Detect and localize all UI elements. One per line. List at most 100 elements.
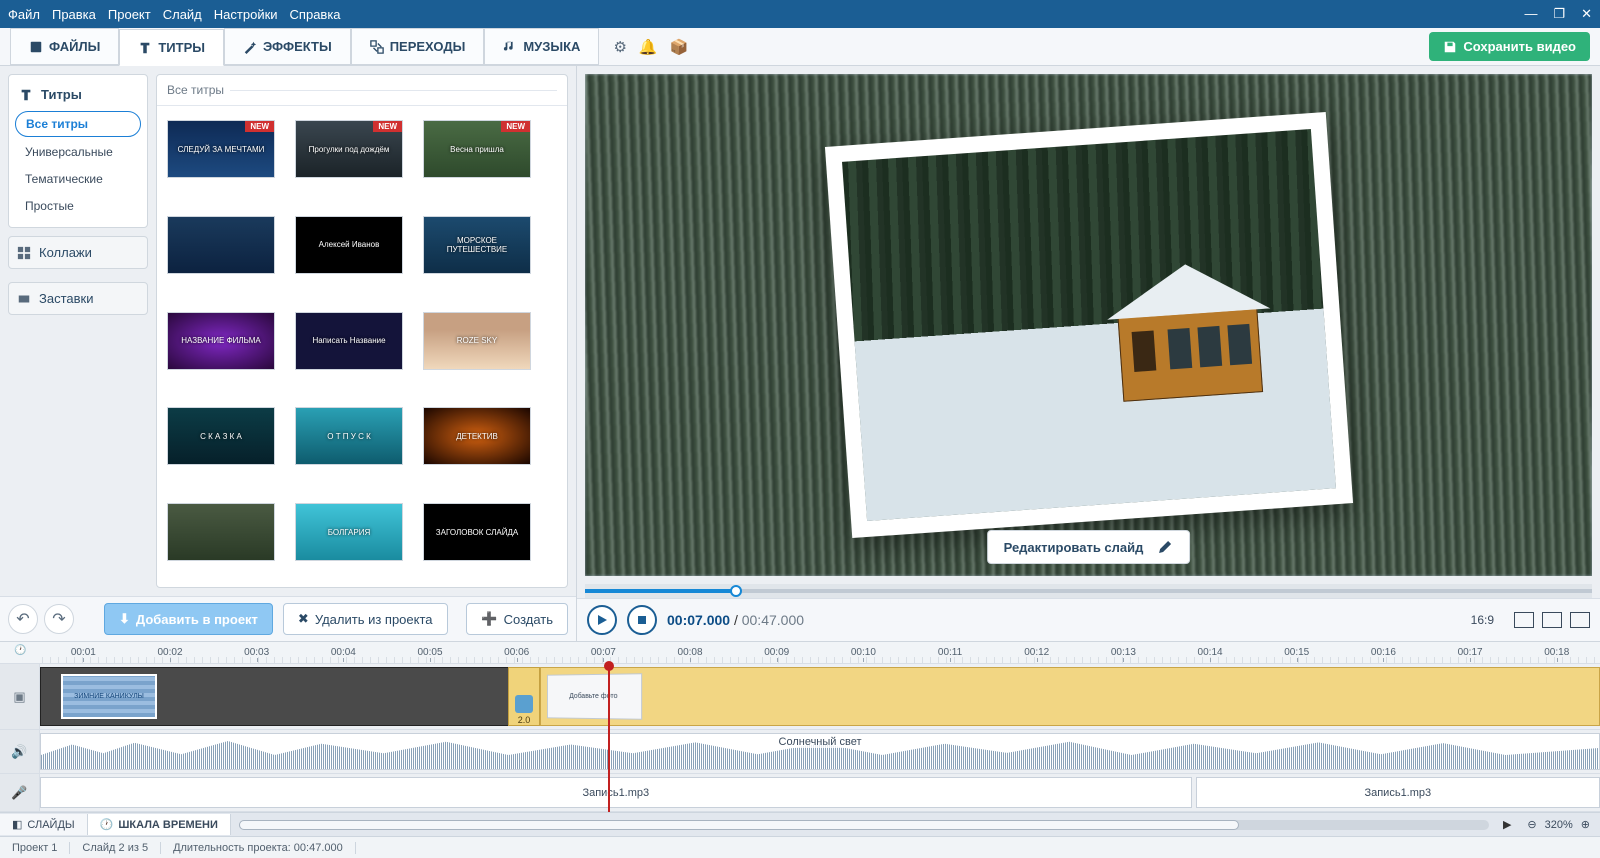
audio-track: 🔊 Солнечный свет bbox=[0, 730, 1600, 774]
ruler-mark: 00:09 bbox=[733, 647, 820, 658]
zoom-controls: ⊖ 320% ⊕ bbox=[1517, 818, 1600, 831]
intros-label: Заставки bbox=[39, 291, 93, 306]
video-track-strip[interactable]: ЗИМНИЕ КАНИКУЛЫ 2.0 Добавьте фото bbox=[40, 664, 1600, 729]
display-mode-2[interactable] bbox=[1542, 612, 1562, 628]
maximize-button[interactable]: ❐ bbox=[1553, 6, 1565, 22]
menu-file[interactable]: Файл bbox=[8, 7, 40, 22]
intros-button[interactable]: Заставки bbox=[8, 282, 148, 315]
title-template-thumb[interactable]: Алексей Иванов bbox=[295, 216, 403, 274]
filter-thematic[interactable]: Тематические bbox=[15, 167, 141, 191]
filter-simple[interactable]: Простые bbox=[15, 194, 141, 218]
transition-badge[interactable]: 2.0 bbox=[508, 667, 540, 726]
save-video-label: Сохранить видео bbox=[1463, 39, 1576, 54]
create-button[interactable]: ➕ Создать bbox=[466, 603, 568, 635]
tab-files[interactable]: ФАЙЛЫ bbox=[10, 28, 119, 65]
video-track-icon[interactable]: ▣ bbox=[0, 664, 40, 729]
seek-bar[interactable] bbox=[585, 584, 1592, 598]
title-template-thumb[interactable]: ДЕТЕКТИВ bbox=[423, 407, 531, 465]
close-button[interactable]: ✕ bbox=[1581, 6, 1592, 22]
title-template-thumb[interactable]: О Т П У С К bbox=[295, 407, 403, 465]
preview[interactable]: Редактировать слайд bbox=[585, 74, 1592, 576]
play-button[interactable] bbox=[587, 605, 617, 635]
add-to-project-button[interactable]: ⬇ Добавить в проект bbox=[104, 603, 273, 635]
download-icon: ⬇ bbox=[119, 611, 130, 627]
title-template-thumb[interactable]: НАЗВАНИЕ ФИЛЬМА bbox=[167, 312, 275, 370]
title-template-thumb[interactable]: Весна пришлаNEW bbox=[423, 120, 531, 178]
undo-button[interactable]: ↶ bbox=[8, 604, 38, 634]
clip-1-thumb: ЗИМНИЕ КАНИКУЛЫ bbox=[61, 674, 157, 719]
aspect-ratio[interactable]: 16:9 bbox=[1471, 613, 1494, 627]
timeline-hscroll[interactable] bbox=[239, 820, 1489, 830]
tab-effects[interactable]: ЭФФЕКТЫ bbox=[224, 28, 351, 65]
preview-photo-frame bbox=[824, 112, 1352, 538]
stop-button[interactable] bbox=[627, 605, 657, 635]
thumb-label: С К А З К А bbox=[196, 432, 246, 441]
menu-edit[interactable]: Правка bbox=[52, 7, 96, 22]
voice-track-icon[interactable]: 🎤 bbox=[0, 774, 40, 811]
timeline-hscroll-thumb[interactable] bbox=[239, 820, 1239, 830]
timeline-ruler[interactable]: 🕐 00:0100:0200:0300:0400:0500:0600:0700:… bbox=[0, 642, 1600, 664]
filter-all-titles[interactable]: Все титры bbox=[15, 111, 141, 137]
ruler-mark: 00:15 bbox=[1253, 647, 1340, 658]
title-template-thumb[interactable]: ROZE SKY bbox=[423, 312, 531, 370]
pencil-icon bbox=[1157, 539, 1173, 555]
title-template-thumb[interactable]: МОРСКОЕ ПУТЕШЕСТВИЕ bbox=[423, 216, 531, 274]
minimize-button[interactable]: — bbox=[1524, 6, 1537, 22]
menu-project[interactable]: Проект bbox=[108, 7, 151, 22]
title-template-thumb[interactable] bbox=[167, 216, 275, 274]
sidebar-titles-head[interactable]: Титры bbox=[15, 81, 141, 108]
clip-2[interactable]: Добавьте фото bbox=[540, 667, 1600, 726]
voice-clip-2[interactable]: Запись1.mp3 bbox=[1196, 777, 1600, 808]
display-mode-1[interactable] bbox=[1514, 612, 1534, 628]
box-icon[interactable]: 📦 bbox=[670, 38, 689, 56]
collages-button[interactable]: Коллажи bbox=[8, 236, 148, 269]
menu-help[interactable]: Справка bbox=[290, 7, 341, 22]
main-area: Титры Все титры Универсальные Тематическ… bbox=[0, 66, 1600, 641]
title-template-thumb[interactable] bbox=[167, 503, 275, 561]
tab-titles[interactable]: ТИТРЫ bbox=[119, 29, 224, 66]
tab-music[interactable]: МУЗЫКА bbox=[484, 28, 599, 65]
title-template-thumb[interactable]: С К А З К А bbox=[167, 407, 275, 465]
thumb-label: ДЕТЕКТИВ bbox=[452, 432, 502, 441]
ruler-mark: 00:04 bbox=[300, 647, 387, 658]
seek-knob[interactable] bbox=[730, 585, 742, 597]
tab-transitions[interactable]: ПЕРЕХОДЫ bbox=[351, 28, 485, 65]
thumb-label: БОЛГАРИЯ bbox=[324, 528, 375, 537]
tab-timeline-view[interactable]: 🕐 ШКАЛА ВРЕМЕНИ bbox=[88, 814, 231, 835]
thumb-label: ROZE SKY bbox=[453, 336, 501, 345]
title-template-thumb[interactable]: ЗАГОЛОВОК СЛАЙДА bbox=[423, 503, 531, 561]
ruler-mark: 00:10 bbox=[820, 647, 907, 658]
zoom-out-button[interactable]: ⊖ bbox=[1527, 818, 1536, 831]
filter-universal[interactable]: Универсальные bbox=[15, 140, 141, 164]
remove-from-project-button[interactable]: ✖ Удалить из проекта bbox=[283, 603, 448, 635]
gallery-grid[interactable]: СЛЕДУЙ ЗА МЕЧТАМИNEW Прогулки под дождёмN… bbox=[157, 106, 567, 587]
audio-track-icon[interactable]: 🔊 bbox=[0, 730, 40, 773]
title-template-thumb[interactable]: БОЛГАРИЯ bbox=[295, 503, 403, 561]
total-time: 00:47.000 bbox=[742, 612, 804, 628]
clip-1[interactable]: ЗИМНИЕ КАНИКУЛЫ bbox=[40, 667, 510, 726]
title-template-thumb[interactable]: Написать Название bbox=[295, 312, 403, 370]
menu-slide[interactable]: Слайд bbox=[163, 7, 202, 22]
voice-clip-1[interactable]: Запись1.mp3 bbox=[40, 777, 1192, 808]
menu-settings[interactable]: Настройки bbox=[214, 7, 278, 22]
settings-icon[interactable]: ⚙ bbox=[613, 38, 626, 56]
tab-files-label: ФАЙЛЫ bbox=[49, 39, 100, 54]
audio-clip[interactable]: Солнечный свет bbox=[40, 733, 1600, 770]
ruler-mark: 00:17 bbox=[1427, 647, 1514, 658]
tab-slides-view[interactable]: ◧ СЛАЙДЫ bbox=[0, 814, 88, 835]
save-video-button[interactable]: Сохранить видео bbox=[1429, 32, 1590, 61]
voice-track-strip[interactable]: Запись1.mp3 Запись1.mp3 bbox=[40, 774, 1600, 811]
edit-slide-button[interactable]: Редактировать слайд bbox=[987, 530, 1191, 564]
ruler-mark: 00:18 bbox=[1513, 647, 1600, 658]
transition-duration: 2.0 bbox=[518, 715, 531, 725]
title-template-thumb[interactable]: Прогулки под дождёмNEW bbox=[295, 120, 403, 178]
bell-icon[interactable]: 🔔 bbox=[639, 38, 658, 56]
zoom-in-button[interactable]: ⊕ bbox=[1581, 818, 1590, 831]
fullscreen-button[interactable] bbox=[1570, 612, 1590, 628]
redo-button[interactable]: ↷ bbox=[44, 604, 74, 634]
timeline-footer: ◧ СЛАЙДЫ 🕐 ШКАЛА ВРЕМЕНИ ▶ ⊖ 320% ⊕ bbox=[0, 812, 1600, 836]
playback-controls: 00:07.000 / 00:47.000 16:9 bbox=[577, 598, 1600, 641]
scroll-right-button[interactable]: ▶ bbox=[1497, 818, 1517, 831]
title-template-thumb[interactable]: СЛЕДУЙ ЗА МЕЧТАМИNEW bbox=[167, 120, 275, 178]
new-badge: NEW bbox=[501, 121, 530, 132]
